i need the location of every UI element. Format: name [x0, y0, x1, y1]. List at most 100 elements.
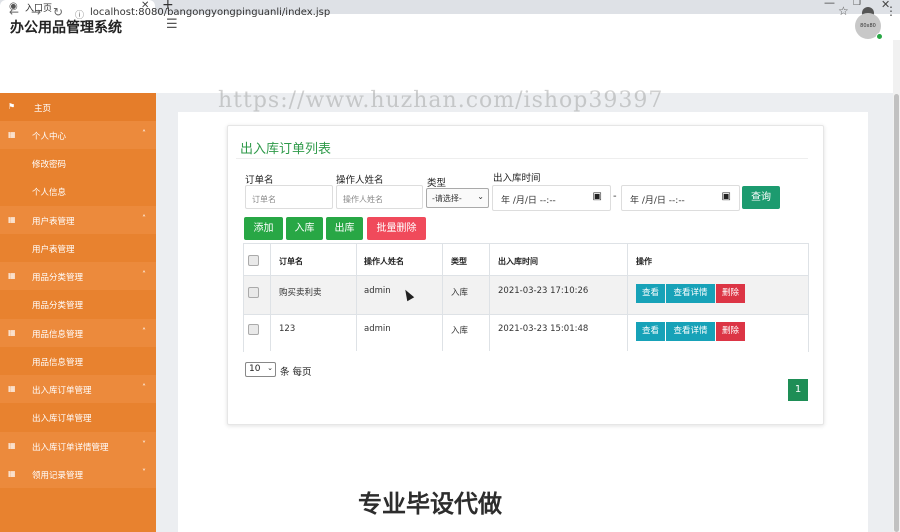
grid-icon: ▦	[8, 328, 16, 337]
calendar-icon[interactable]: ▣	[593, 191, 602, 202]
browser-menu-icon[interactable]: ⋮	[885, 4, 897, 18]
sidebar-item-label: 用品信息管理	[32, 330, 84, 340]
select-all-checkbox[interactable]	[248, 255, 259, 266]
type-select-value: -请选择-	[432, 194, 462, 203]
grid-icon: ▦	[8, 215, 16, 224]
date-separator: -	[613, 191, 617, 202]
column-header-operator: 操作人姓名	[364, 257, 404, 266]
cell-order-name: 购买卖利卖	[279, 288, 322, 298]
sidebar-group-order-details[interactable]: ▦ 出入库订单详情管理 ˅	[0, 432, 156, 460]
sidebar-item-label: 用品分类管理	[32, 273, 84, 283]
divider	[236, 158, 808, 159]
sidebar-item-categories[interactable]: 用品分类管理	[0, 290, 156, 318]
chevron-up-icon: ˄	[142, 214, 146, 223]
stock-in-button[interactable]: 入库	[286, 217, 323, 240]
sidebar-item-profile[interactable]: 个人信息	[0, 177, 156, 205]
view-button[interactable]: 查看	[636, 284, 665, 303]
sidebar-group-supplies[interactable]: ▦ 用品信息管理 ˄	[0, 319, 156, 347]
flag-icon: ⚑	[8, 102, 16, 111]
window-minimize-icon[interactable]: —	[824, 0, 835, 9]
sidebar-item-label: 出入库订单管理	[32, 386, 92, 396]
end-time-input[interactable]: 年 /月/日 --:-- ▣	[621, 185, 740, 211]
sidebar-group-personal[interactable]: ▦ 个人中心 ˄	[0, 121, 156, 149]
sidebar-item-change-password[interactable]: 修改密码	[0, 149, 156, 177]
delete-button[interactable]: 删除	[716, 322, 745, 341]
sidebar-item-label: 个人中心	[32, 132, 67, 142]
calendar-icon[interactable]: ▣	[722, 191, 731, 202]
batch-delete-button[interactable]: 批量删除	[367, 217, 426, 240]
add-button[interactable]: 添加	[244, 217, 283, 240]
sidebar-item-label: 领用记录管理	[32, 471, 84, 481]
time-label: 出入库时间	[493, 173, 541, 184]
chevron-down-icon: ˅	[142, 468, 146, 477]
bookmark-star-icon[interactable]: ☆	[838, 4, 849, 18]
chevron-up-icon: ˄	[142, 383, 146, 392]
grid-icon: ▦	[8, 130, 16, 139]
page-size-value: 10	[249, 364, 261, 374]
sidebar-item-users[interactable]: 用户表管理	[0, 234, 156, 262]
cell-type: 入库	[451, 326, 469, 336]
delete-button[interactable]: 删除	[716, 284, 745, 303]
sidebar-item-label: 用品分类管理	[32, 301, 84, 311]
scrollbar-thumb[interactable]	[894, 94, 899, 532]
hamburger-menu-icon[interactable]: ☰	[166, 17, 178, 32]
window-maximize-icon[interactable]: ❐	[853, 0, 861, 8]
app-header	[0, 40, 893, 94]
card-title: 出入库订单列表	[240, 142, 332, 157]
column-header-type: 类型	[451, 257, 467, 266]
column-divider	[270, 244, 271, 351]
sidebar-item-home[interactable]: ⚑ 主页	[0, 93, 156, 121]
grid-icon: ▦	[8, 384, 16, 393]
chevron-up-icon: ˄	[142, 270, 146, 279]
sidebar-group-orders[interactable]: ▦ 出入库订单管理 ˄	[0, 375, 156, 403]
view-detail-button[interactable]: 查看详情	[666, 284, 715, 303]
start-time-input[interactable]: 年 /月/日 --:-- ▣	[492, 185, 611, 211]
watermark-text: 专业毕设代做	[358, 490, 502, 518]
row-checkbox[interactable]	[248, 324, 259, 335]
sidebar-item-label: 用品信息管理	[32, 358, 84, 368]
address-bar	[0, 14, 900, 41]
grid-icon: ▦	[8, 441, 16, 450]
sidebar-item-label: 用户表管理	[32, 217, 75, 227]
end-time-placeholder: 年 /月/日 --:--	[630, 196, 685, 206]
query-button[interactable]: 查询	[742, 186, 780, 209]
chevron-down-icon: ⌄	[477, 192, 484, 201]
page-number-button[interactable]: 1	[788, 379, 808, 401]
stock-out-button[interactable]: 出库	[326, 217, 363, 240]
chevron-down-icon: ˅	[142, 440, 146, 449]
chevron-down-icon: ⌄	[267, 364, 273, 372]
order-name-label: 订单名	[245, 175, 274, 186]
url-field[interactable]: localhost:8080/bangongyongpinguanli/inde…	[90, 7, 330, 18]
app-title: 办公用品管理系统	[10, 20, 122, 36]
grid-icon: ▦	[8, 271, 16, 280]
grid-icon: ▦	[8, 469, 16, 478]
view-detail-button[interactable]: 查看详情	[666, 322, 715, 341]
cell-operator: admin	[364, 324, 391, 334]
sidebar-group-users[interactable]: ▦ 用户表管理 ˄	[0, 206, 156, 234]
column-header-actions: 操作	[636, 257, 652, 266]
page-size-text: 条 每页	[280, 367, 312, 378]
sidebar-group-categories[interactable]: ▦ 用品分类管理 ˄	[0, 262, 156, 290]
column-divider	[489, 244, 490, 351]
view-button[interactable]: 查看	[636, 322, 665, 341]
sidebar-group-usage-records[interactable]: ▦ 领用记录管理 ˅	[0, 460, 156, 488]
sidebar-item-label: 用户表管理	[32, 245, 75, 255]
start-time-placeholder: 年 /月/日 --:--	[501, 196, 556, 206]
type-select[interactable]: -请选择- ⌄	[426, 188, 489, 208]
sidebar-item-orders[interactable]: 出入库订单管理	[0, 403, 156, 431]
column-divider	[356, 244, 357, 351]
row-checkbox[interactable]	[248, 287, 259, 298]
page-size-select[interactable]: 10 ⌄	[245, 362, 276, 377]
cell-time: 2021-03-23 17:10:26	[498, 286, 589, 296]
chevron-up-icon: ˄	[142, 129, 146, 138]
column-header-time: 出入库时间	[498, 257, 538, 266]
order-name-input[interactable]: 订单名	[245, 185, 333, 209]
operator-name-input[interactable]: 操作人姓名	[336, 185, 423, 209]
sidebar-item-supplies[interactable]: 用品信息管理	[0, 347, 156, 375]
column-divider	[442, 244, 443, 351]
type-label: 类型	[427, 178, 447, 189]
sidebar-item-label: 修改密码	[32, 160, 67, 170]
column-header-order-name: 订单名	[279, 257, 303, 266]
chevron-up-icon: ˄	[142, 327, 146, 336]
sidebar-item-label: 个人信息	[32, 188, 67, 198]
